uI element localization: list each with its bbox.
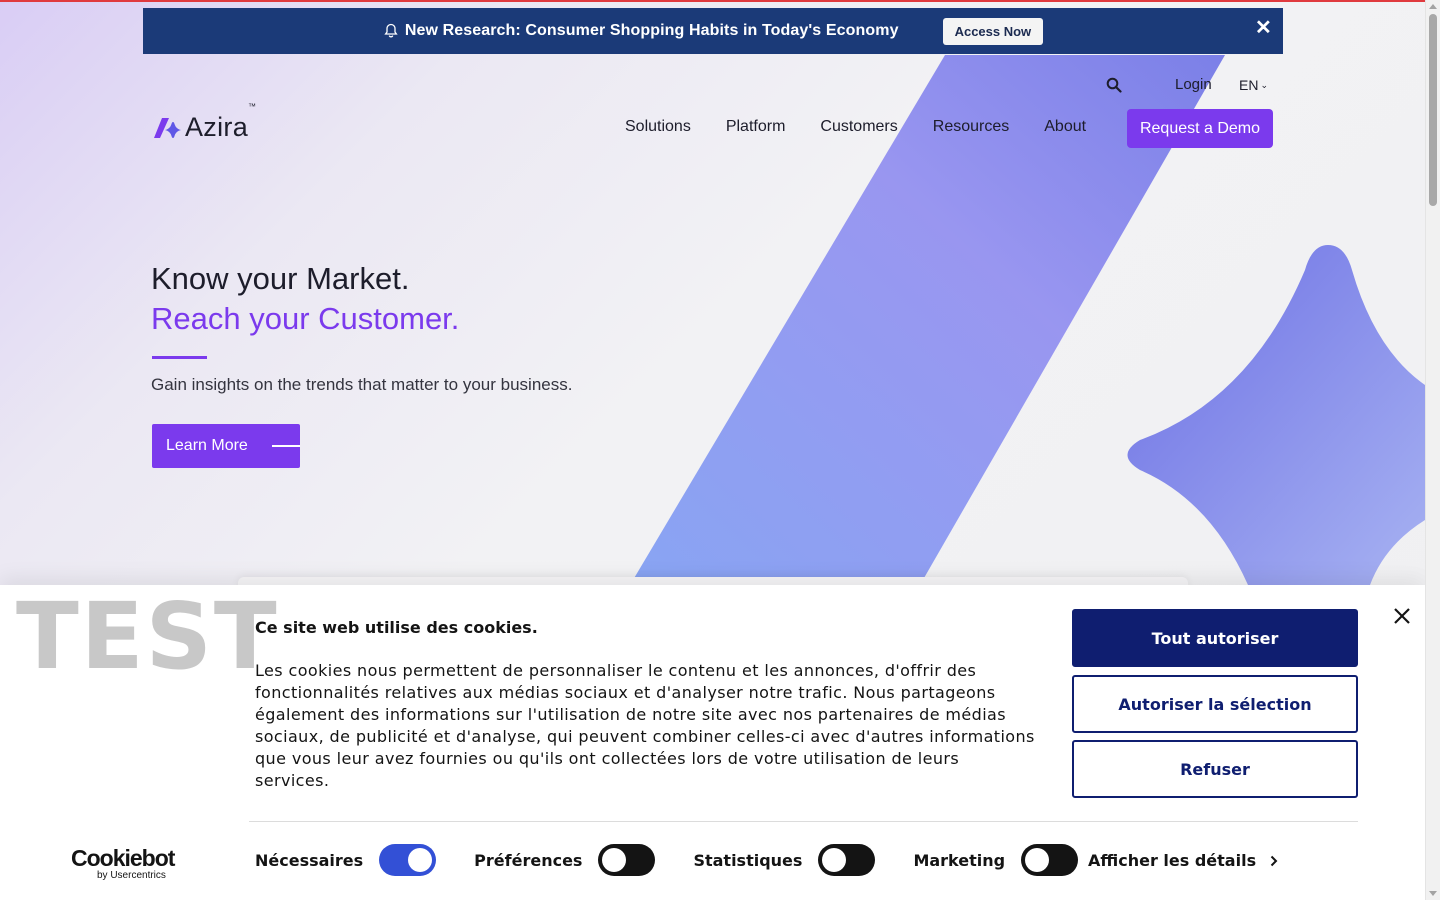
hero-headline: Know your Market. (151, 261, 410, 296)
bell-icon (384, 23, 398, 38)
logo-wordmark: Azira™ (185, 102, 256, 143)
search-icon[interactable] (1106, 77, 1122, 93)
switch-knob (822, 848, 847, 872)
switch-knob (602, 848, 627, 872)
nav-resources[interactable]: Resources (933, 118, 1009, 136)
announcement-bar: New Research: Consumer Shopping Habits i… (143, 8, 1283, 54)
hero-subtitle: Gain insights on the trends that matter … (151, 375, 573, 394)
cookiebot-logo[interactable]: Cookiebot by Usercentrics (71, 845, 181, 881)
top-accent-line (0, 0, 1425, 2)
switch-knob (408, 848, 433, 872)
nav-solutions[interactable]: Solutions (625, 118, 691, 136)
main-nav: Solutions Platform Customers Resources A… (625, 118, 1086, 136)
chevron-right-icon (1270, 855, 1278, 866)
toggle-necessary: Nécessaires (255, 844, 437, 876)
necessary-switch[interactable] (379, 844, 437, 876)
test-watermark: TEST (16, 583, 279, 690)
refuse-button[interactable]: Refuser (1072, 740, 1358, 798)
toggle-label: Statistiques (693, 850, 803, 870)
trademark-mark: ™ (248, 102, 257, 111)
nav-about[interactable]: About (1044, 118, 1086, 136)
marketing-switch[interactable] (1021, 844, 1079, 876)
consent-toggles: Nécessaires Préférences Statistiques Mar… (255, 844, 1116, 876)
language-selector[interactable]: EN ⌄ (1239, 77, 1268, 93)
scrollbar-thumb[interactable] (1429, 14, 1437, 206)
nav-customers[interactable]: Customers (820, 118, 897, 136)
hero-headline-accent: Reach your Customer. (151, 301, 460, 336)
announcement-text: New Research: Consumer Shopping Habits i… (404, 22, 899, 39)
arrow-line-icon (272, 445, 300, 447)
statistics-switch[interactable] (818, 844, 876, 876)
allow-all-button[interactable]: Tout autoriser (1072, 609, 1358, 667)
brand-name: Azira (185, 112, 249, 142)
toggle-label: Préférences (474, 850, 583, 870)
cookie-banner: TEST Ce site web utilise des cookies. Le… (0, 583, 1425, 900)
azira-logo-mark-icon (154, 117, 181, 138)
request-demo-button[interactable]: Request a Demo (1127, 109, 1273, 148)
page-scrollbar[interactable] (1425, 0, 1440, 900)
cookie-divider (249, 821, 1358, 822)
learn-more-label: Learn More (166, 437, 248, 454)
nav-platform[interactable]: Platform (726, 118, 786, 136)
show-details-link[interactable]: Afficher les détails (1088, 851, 1278, 870)
show-details-label: Afficher les détails (1088, 851, 1257, 870)
switch-knob (1025, 848, 1050, 872)
hero-divider (152, 356, 207, 359)
toggle-label: Marketing (913, 850, 1006, 870)
close-icon[interactable]: ✕ (1255, 18, 1272, 38)
toggle-preferences: Préférences (474, 844, 656, 876)
close-icon[interactable] (1392, 606, 1412, 626)
cookiebot-wordmark: Cookiebot (71, 845, 175, 871)
access-now-button[interactable]: Access Now (942, 17, 1044, 45)
cookie-title: Ce site web utilise des cookies. (255, 618, 538, 637)
chevron-down-icon: ⌄ (1260, 79, 1268, 90)
scroll-up-icon[interactable] (1429, 4, 1437, 9)
azira-logo[interactable]: Azira™ (154, 102, 256, 143)
learn-more-button[interactable]: Learn More (152, 424, 300, 468)
cookie-description: Les cookies nous permettent de personnal… (255, 661, 1035, 790)
scroll-down-icon[interactable] (1429, 891, 1437, 896)
preferences-switch[interactable] (598, 844, 656, 876)
toggle-marketing: Marketing (913, 844, 1079, 876)
toggle-statistics: Statistiques (693, 844, 876, 876)
toggle-label: Nécessaires (255, 850, 364, 870)
login-link[interactable]: Login (1175, 76, 1212, 93)
language-label: EN (1239, 77, 1259, 93)
allow-selection-button[interactable]: Autoriser la sélection (1072, 675, 1358, 733)
